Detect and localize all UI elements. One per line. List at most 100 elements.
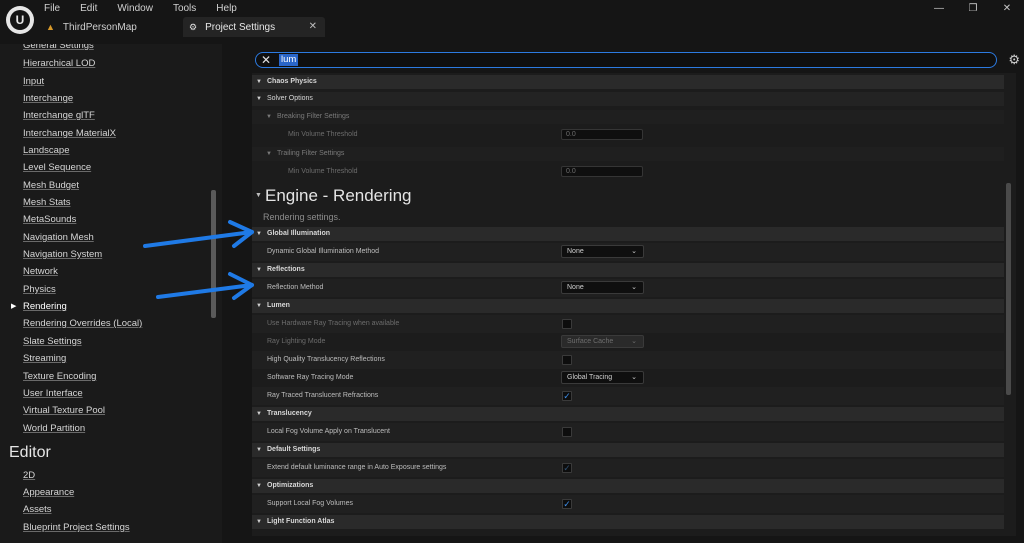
- category-trailing-filter[interactable]: ▼ Trailing Filter Settings: [252, 147, 1004, 161]
- sidebar-item-physics[interactable]: Physics: [23, 284, 56, 296]
- hardware-ray-tracing-checkbox[interactable]: [562, 319, 572, 329]
- category-solver-options[interactable]: ▼ Solver Options: [252, 92, 1004, 106]
- minimize-icon[interactable]: —: [922, 0, 956, 16]
- sidebar-item-rendering-overrides[interactable]: Rendering Overrides (Local): [23, 318, 142, 330]
- sidebar-item-general-settings[interactable]: General Settings: [23, 44, 94, 52]
- panel-scrollbar[interactable]: [1006, 183, 1011, 395]
- collapse-triangle-icon[interactable]: ▼: [256, 227, 262, 241]
- section-collapse-icon[interactable]: ▼: [255, 192, 262, 199]
- category-default-settings[interactable]: ▼ Default Settings: [252, 443, 1004, 457]
- chevron-down-icon: ⌄: [631, 248, 637, 255]
- menu-bar: File Edit Window Tools Help: [44, 2, 247, 16]
- sidebar-item-rendering[interactable]: Rendering: [23, 301, 67, 313]
- sidebar-item-level-sequence[interactable]: Level Sequence: [23, 162, 91, 174]
- collapse-triangle-icon[interactable]: ▼: [256, 92, 262, 106]
- prop-reflection-method: Reflection Method None ⌄: [252, 279, 1004, 297]
- category-translucency[interactable]: ▼ Translucency: [252, 407, 1004, 421]
- tab-label: ThirdPersonMap: [62, 21, 137, 33]
- sidebar-item-landscape[interactable]: Landscape: [23, 145, 69, 157]
- sidebar-item-interchange-materialx[interactable]: Interchange MaterialX: [23, 128, 116, 140]
- breaking-min-volume-field[interactable]: 0.0: [561, 129, 643, 140]
- sidebar-item-mesh-budget[interactable]: Mesh Budget: [23, 180, 79, 192]
- collapse-triangle-icon[interactable]: ▼: [256, 443, 262, 457]
- sidebar-item-metasounds[interactable]: MetaSounds: [23, 214, 76, 226]
- sidebar-item-appearance[interactable]: Appearance: [23, 487, 74, 499]
- prop-hq-translucency-reflections: High Quality Translucency Reflections: [252, 351, 1004, 369]
- close-icon[interactable]: ✕: [990, 0, 1024, 16]
- category-reflections[interactable]: ▼ Reflections: [252, 263, 1004, 277]
- sidebar-item-user-interface[interactable]: User Interface: [23, 388, 83, 400]
- settings-sidebar: General Settings Hierarchical LOD Input …: [0, 44, 222, 543]
- details-panel: ▼ Chaos Physics ▼ Solver Options ▼ Break…: [252, 73, 1016, 536]
- window-controls: — ❐ ✕: [922, 0, 1024, 16]
- category-chaos-physics[interactable]: ▼ Chaos Physics: [252, 75, 1004, 89]
- local-fog-translucent-checkbox[interactable]: [562, 427, 572, 437]
- sidebar-item-blueprint-project-settings[interactable]: Blueprint Project Settings: [23, 522, 130, 534]
- sidebar-item-input[interactable]: Input: [23, 76, 44, 88]
- menu-help[interactable]: Help: [206, 2, 247, 16]
- prop-support-local-fog-volumes: Support Local Fog Volumes ✓: [252, 495, 1004, 513]
- category-lumen[interactable]: ▼ Lumen: [252, 299, 1004, 313]
- menu-edit[interactable]: Edit: [70, 2, 107, 16]
- sidebar-item-hierarchical-lod[interactable]: Hierarchical LOD: [23, 58, 95, 70]
- category-global-illumination[interactable]: ▼ Global Illumination: [252, 227, 1004, 241]
- sidebar-item-world-partition[interactable]: World Partition: [23, 423, 85, 435]
- reflection-method-dropdown[interactable]: None ⌄: [561, 281, 644, 294]
- hq-translucency-checkbox[interactable]: [562, 355, 572, 365]
- menu-window[interactable]: Window: [107, 2, 163, 16]
- collapse-triangle-icon[interactable]: ▼: [266, 110, 272, 124]
- ray-lighting-mode-dropdown[interactable]: Surface Cache ⌄: [561, 335, 644, 348]
- sidebar-item-network[interactable]: Network: [23, 266, 58, 278]
- sidebar-item-streaming[interactable]: Streaming: [23, 353, 66, 365]
- collapse-triangle-icon[interactable]: ▼: [256, 515, 262, 529]
- search-row: ✕ lum ⚙: [252, 51, 1020, 71]
- clear-search-icon[interactable]: ✕: [261, 53, 271, 67]
- sidebar-item-navigation-mesh[interactable]: Navigation Mesh: [23, 232, 94, 244]
- arrowhead-global-illumination: [228, 220, 254, 248]
- collapse-triangle-icon[interactable]: ▼: [256, 263, 262, 277]
- sidebar-item-texture-encoding[interactable]: Texture Encoding: [23, 371, 96, 383]
- sidebar-item-interchange-gltf[interactable]: Interchange glTF: [23, 110, 95, 122]
- sidebar-item-slate-settings[interactable]: Slate Settings: [23, 336, 82, 348]
- tab-project-settings[interactable]: ⚙ Project Settings ✕: [183, 17, 325, 37]
- collapse-triangle-icon[interactable]: ▼: [256, 299, 262, 313]
- category-breaking-filter[interactable]: ▼ Breaking Filter Settings: [252, 110, 1004, 124]
- category-light-function-atlas[interactable]: ▼ Light Function Atlas: [252, 515, 1004, 529]
- software-ray-tracing-dropdown[interactable]: Global Tracing ⌄: [561, 371, 644, 384]
- menu-file[interactable]: File: [44, 2, 70, 16]
- tab-close-icon[interactable]: ✕: [309, 21, 317, 32]
- support-local-fog-checkbox[interactable]: ✓: [562, 499, 572, 509]
- unreal-logo-icon[interactable]: U: [6, 6, 34, 34]
- sidebar-heading-editor: Editor: [9, 444, 51, 461]
- ray-traced-refractions-checkbox[interactable]: ✓: [562, 391, 572, 401]
- dynamic-gi-method-dropdown[interactable]: None ⌄: [561, 245, 644, 258]
- sidebar-item-navigation-system[interactable]: Navigation System: [23, 249, 102, 261]
- collapse-triangle-icon[interactable]: ▼: [256, 407, 262, 421]
- sidebar-item-interchange[interactable]: Interchange: [23, 93, 73, 105]
- sidebar-item-2d[interactable]: 2D: [23, 470, 35, 482]
- collapse-triangle-icon[interactable]: ▼: [266, 147, 272, 161]
- sidebar-item-virtual-texture-pool[interactable]: Virtual Texture Pool: [23, 405, 105, 417]
- maximize-icon[interactable]: ❐: [956, 0, 990, 16]
- collapse-triangle-icon[interactable]: ▼: [256, 479, 262, 493]
- sidebar-item-assets[interactable]: Assets: [23, 504, 52, 516]
- extend-luminance-checkbox[interactable]: ✓: [562, 463, 572, 473]
- menu-tools[interactable]: Tools: [163, 2, 206, 16]
- collapse-triangle-icon[interactable]: ▼: [256, 75, 262, 89]
- chevron-down-icon: ⌄: [631, 284, 637, 291]
- section-subtitle: Rendering settings.: [263, 212, 341, 222]
- tab-label: Project Settings: [205, 21, 276, 33]
- gear-icon[interactable]: ⚙: [1008, 53, 1020, 67]
- sidebar-item-mesh-stats[interactable]: Mesh Stats: [23, 197, 71, 209]
- prop-breaking-min-volume: Min Volume Threshold 0.0: [252, 128, 1004, 142]
- prop-ray-traced-refractions: Ray Traced Translucent Refractions ✓: [252, 387, 1004, 405]
- arrowhead-reflections: [228, 272, 254, 300]
- tab-third-person-map[interactable]: ▲ ThirdPersonMap: [42, 17, 180, 37]
- prop-trailing-min-volume: Min Volume Threshold 0.0: [252, 165, 1004, 179]
- category-optimizations[interactable]: ▼ Optimizations: [252, 479, 1004, 493]
- search-value[interactable]: lum: [279, 54, 299, 66]
- prop-software-ray-tracing-mode: Software Ray Tracing Mode Global Tracing…: [252, 369, 1004, 387]
- sidebar-scrollbar[interactable]: [211, 190, 216, 318]
- search-input[interactable]: ✕ lum: [255, 52, 997, 68]
- trailing-min-volume-field[interactable]: 0.0: [561, 166, 643, 177]
